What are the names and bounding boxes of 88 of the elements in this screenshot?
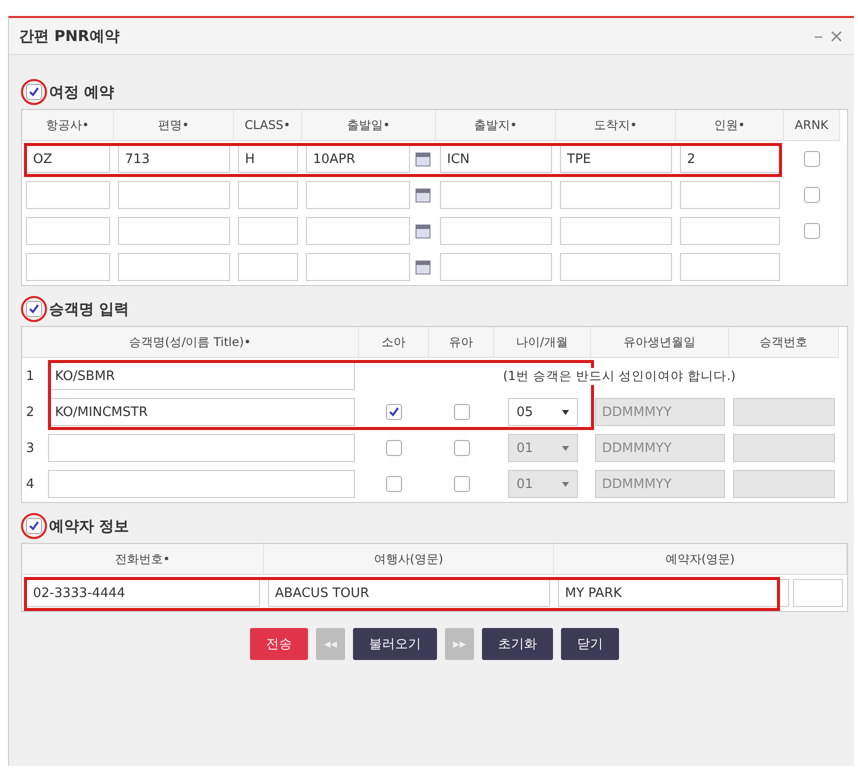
input-field[interactable]: ICN bbox=[440, 145, 552, 173]
input-field[interactable]: 10APR bbox=[306, 145, 410, 173]
checkbox[interactable] bbox=[26, 301, 42, 317]
column-header: 출발일• bbox=[302, 110, 436, 141]
action-button[interactable]: 초기화 bbox=[482, 628, 554, 660]
action-button[interactable]: 닫기 bbox=[561, 628, 620, 660]
calendar-icon[interactable] bbox=[414, 258, 432, 276]
column-header: 유아 bbox=[429, 327, 494, 358]
caret-icon bbox=[562, 482, 568, 486]
row-number: 3 bbox=[26, 440, 36, 456]
input-field[interactable]: 713 bbox=[118, 145, 230, 173]
section-title: 여정 예약 bbox=[49, 82, 114, 102]
calendar-icon[interactable] bbox=[414, 222, 432, 240]
input-field[interactable] bbox=[793, 579, 843, 607]
input-field[interactable] bbox=[440, 181, 552, 209]
input-field[interactable] bbox=[306, 217, 410, 245]
input-field[interactable] bbox=[238, 181, 298, 209]
checkbox[interactable] bbox=[804, 187, 820, 203]
column-header: CLASS• bbox=[234, 110, 302, 141]
section-title: 승객명 입력 bbox=[49, 300, 130, 318]
passenger-number-field[interactable] bbox=[733, 398, 835, 426]
input-field[interactable] bbox=[48, 470, 355, 498]
input-field[interactable]: 02-3333-4444 bbox=[26, 579, 260, 607]
input-field[interactable] bbox=[680, 181, 780, 209]
checkbox[interactable] bbox=[386, 440, 402, 456]
input-field[interactable] bbox=[26, 181, 110, 209]
checkbox[interactable] bbox=[454, 404, 470, 420]
column-header: 여행사(영문) bbox=[264, 544, 554, 575]
column-header: 전화번호• bbox=[22, 544, 264, 575]
input-field[interactable]: MY PARK bbox=[558, 579, 789, 607]
action-button[interactable]: 불러오기 bbox=[353, 628, 437, 660]
input-field[interactable] bbox=[26, 217, 110, 245]
column-header: ARNK bbox=[784, 110, 840, 141]
input-field[interactable] bbox=[306, 181, 410, 209]
input-field[interactable] bbox=[440, 253, 552, 281]
column-header: 출발지• bbox=[436, 110, 556, 141]
input-field[interactable] bbox=[26, 253, 110, 281]
input-field[interactable]: KO/MINCMSTR bbox=[48, 398, 355, 426]
input-field[interactable]: 2 bbox=[680, 145, 780, 173]
action-button[interactable]: 전송 bbox=[250, 628, 308, 660]
caret-icon bbox=[562, 446, 568, 450]
column-header: 도착지• bbox=[556, 110, 676, 141]
section-title: 예약자 정보 bbox=[49, 516, 130, 536]
input-field[interactable] bbox=[440, 217, 552, 245]
checkbox[interactable] bbox=[26, 518, 42, 534]
caret-icon bbox=[562, 410, 568, 414]
input-field[interactable]: ABACUS TOUR bbox=[268, 579, 550, 607]
row-number: 4 bbox=[26, 476, 36, 492]
column-header: 인원• bbox=[676, 110, 784, 141]
column-header: 승객번호 bbox=[729, 327, 839, 358]
input-field[interactable]: H bbox=[238, 145, 298, 173]
row-number: 1 bbox=[26, 368, 36, 384]
input-field[interactable] bbox=[680, 217, 780, 245]
column-header: 나이/개월 bbox=[494, 327, 591, 358]
checkbox[interactable] bbox=[804, 151, 820, 167]
column-header: 항공사• bbox=[22, 110, 114, 141]
input-field[interactable] bbox=[560, 181, 672, 209]
checkbox[interactable] bbox=[26, 84, 42, 100]
passenger-number-field[interactable] bbox=[733, 434, 835, 462]
passenger-number-field[interactable] bbox=[733, 470, 835, 498]
row-number: 2 bbox=[26, 404, 36, 420]
column-header: 유아생년월일 bbox=[591, 327, 729, 358]
checkbox[interactable] bbox=[386, 404, 402, 420]
checkbox[interactable] bbox=[804, 223, 820, 239]
calendar-icon[interactable] bbox=[414, 150, 432, 168]
input-field[interactable] bbox=[118, 217, 230, 245]
input-field[interactable] bbox=[306, 253, 410, 281]
column-header: 편명• bbox=[114, 110, 234, 141]
input-field[interactable] bbox=[118, 253, 230, 281]
input-field[interactable] bbox=[118, 181, 230, 209]
column-header: 예약자(영문) bbox=[554, 544, 847, 575]
input-field[interactable] bbox=[680, 253, 780, 281]
calendar-icon[interactable] bbox=[414, 186, 432, 204]
input-field[interactable]: OZ bbox=[26, 145, 110, 173]
input-field[interactable] bbox=[48, 434, 355, 462]
column-header: 승객명(성/이름 Title)• bbox=[22, 327, 359, 358]
input-field[interactable] bbox=[560, 253, 672, 281]
column-header: 소아 bbox=[359, 327, 429, 358]
checkbox[interactable] bbox=[454, 476, 470, 492]
input-field[interactable] bbox=[560, 217, 672, 245]
input-field[interactable]: KO/SBMR bbox=[48, 362, 355, 390]
input-field[interactable]: TPE bbox=[560, 145, 672, 173]
input-field[interactable] bbox=[238, 253, 298, 281]
input-field[interactable] bbox=[238, 217, 298, 245]
age-dropdown[interactable]: 05 bbox=[508, 398, 578, 426]
checkbox[interactable] bbox=[386, 476, 402, 492]
checkbox[interactable] bbox=[454, 440, 470, 456]
window-title: 간편 PNR예약 bbox=[19, 26, 120, 46]
